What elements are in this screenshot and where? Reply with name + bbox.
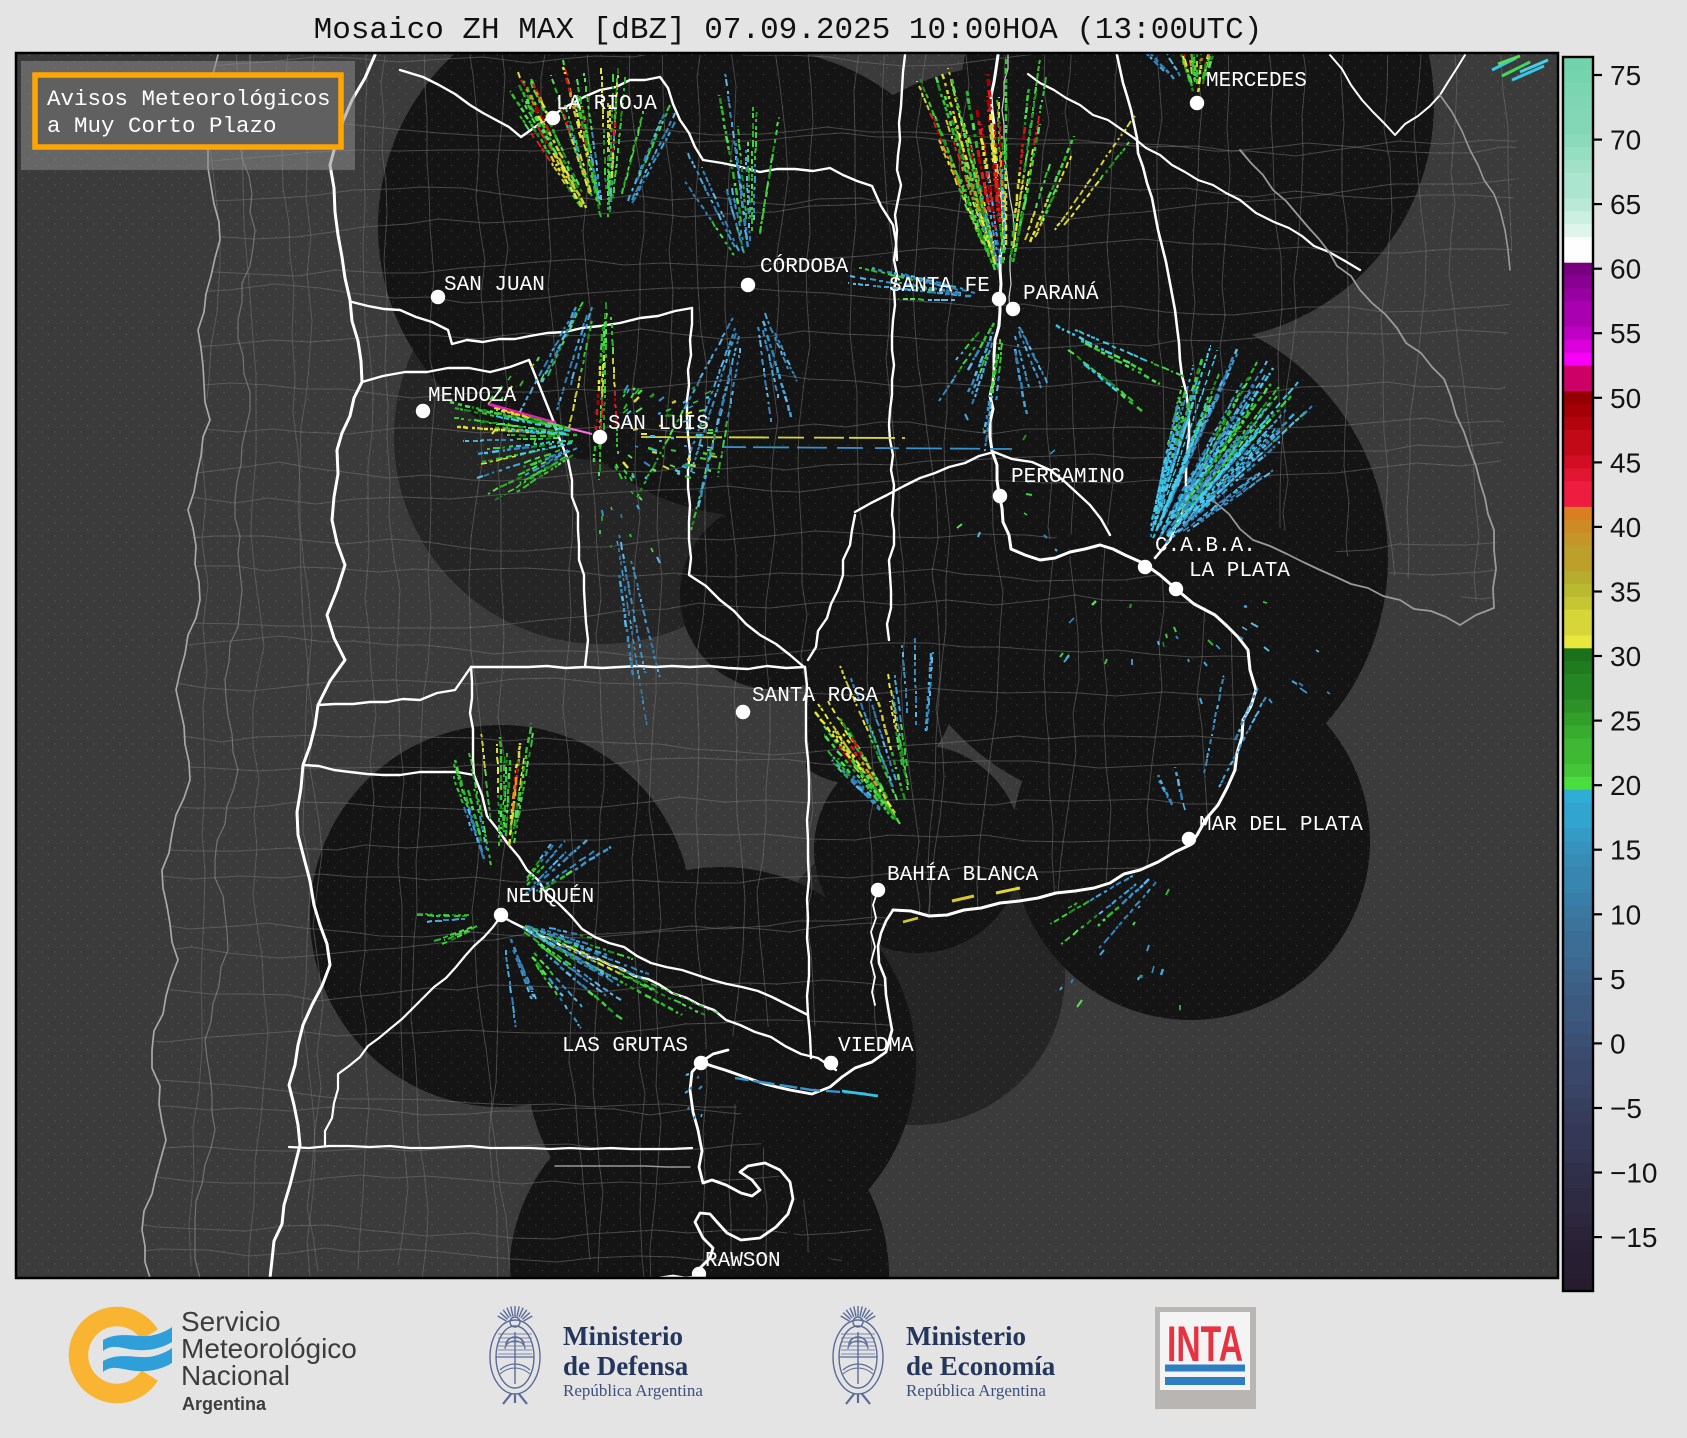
svg-text:−5: −5 bbox=[1610, 1093, 1642, 1124]
svg-text:a Muy Corto Plazo: a Muy Corto Plazo bbox=[47, 113, 277, 139]
svg-text:SANTA FE: SANTA FE bbox=[889, 275, 990, 298]
svg-text:PERGAMINO: PERGAMINO bbox=[1011, 466, 1124, 489]
svg-text:65: 65 bbox=[1610, 189, 1641, 220]
svg-text:SANTA ROSA: SANTA ROSA bbox=[752, 685, 878, 708]
svg-text:35: 35 bbox=[1610, 577, 1641, 608]
svg-text:SAN LUIS: SAN LUIS bbox=[608, 413, 709, 436]
svg-text:Ministerio: Ministerio bbox=[563, 1321, 683, 1351]
svg-text:Nacional: Nacional bbox=[181, 1360, 290, 1391]
svg-text:Avisos Meteorológicos: Avisos Meteorológicos bbox=[47, 86, 331, 112]
svg-text:−15: −15 bbox=[1610, 1222, 1658, 1253]
svg-text:75: 75 bbox=[1610, 60, 1641, 91]
svg-text:30: 30 bbox=[1610, 641, 1641, 672]
svg-text:RAWSON: RAWSON bbox=[705, 1250, 781, 1273]
svg-text:0: 0 bbox=[1610, 1028, 1626, 1059]
svg-text:LAS GRUTAS: LAS GRUTAS bbox=[562, 1035, 688, 1058]
svg-text:25: 25 bbox=[1610, 706, 1641, 737]
svg-text:LA RIOJA: LA RIOJA bbox=[556, 93, 657, 116]
svg-text:Argentina: Argentina bbox=[182, 1394, 267, 1414]
svg-text:MAR DEL PLATA: MAR DEL PLATA bbox=[1199, 814, 1363, 837]
svg-text:República Argentina: República Argentina bbox=[906, 1381, 1046, 1400]
svg-text:de Economía: de Economía bbox=[906, 1351, 1056, 1381]
svg-text:50: 50 bbox=[1610, 383, 1641, 414]
svg-text:20: 20 bbox=[1610, 770, 1641, 801]
svg-text:55: 55 bbox=[1610, 318, 1641, 349]
svg-text:NEUQUÉN: NEUQUÉN bbox=[506, 885, 594, 909]
svg-text:INTA: INTA bbox=[1167, 1316, 1243, 1372]
svg-text:C.A.B.A.: C.A.B.A. bbox=[1155, 535, 1256, 558]
svg-text:Ministerio: Ministerio bbox=[906, 1321, 1026, 1351]
svg-text:BAHÍA BLANCA: BAHÍA BLANCA bbox=[887, 863, 1039, 887]
svg-text:Mosaico ZH MAX [dBZ] 07.09.202: Mosaico ZH MAX [dBZ] 07.09.2025 10:00HOA… bbox=[314, 13, 1263, 48]
svg-text:15: 15 bbox=[1610, 835, 1641, 866]
svg-text:de Defensa: de Defensa bbox=[563, 1351, 689, 1381]
svg-text:MENDOZA: MENDOZA bbox=[428, 385, 517, 408]
svg-text:45: 45 bbox=[1610, 447, 1641, 478]
svg-text:LA PLATA: LA PLATA bbox=[1189, 560, 1290, 583]
svg-text:VIEDMA: VIEDMA bbox=[838, 1035, 914, 1058]
svg-text:−10: −10 bbox=[1610, 1158, 1658, 1189]
svg-text:República Argentina: República Argentina bbox=[563, 1381, 703, 1400]
svg-text:5: 5 bbox=[1610, 964, 1626, 995]
svg-text:MERCEDES: MERCEDES bbox=[1206, 70, 1307, 93]
svg-text:60: 60 bbox=[1610, 254, 1641, 285]
svg-text:SAN JUAN: SAN JUAN bbox=[444, 274, 545, 297]
svg-text:10: 10 bbox=[1610, 899, 1641, 930]
svg-text:CÓRDOBA: CÓRDOBA bbox=[760, 255, 849, 279]
svg-text:PARANÁ: PARANÁ bbox=[1023, 282, 1099, 306]
svg-text:40: 40 bbox=[1610, 512, 1641, 543]
svg-text:70: 70 bbox=[1610, 125, 1641, 156]
